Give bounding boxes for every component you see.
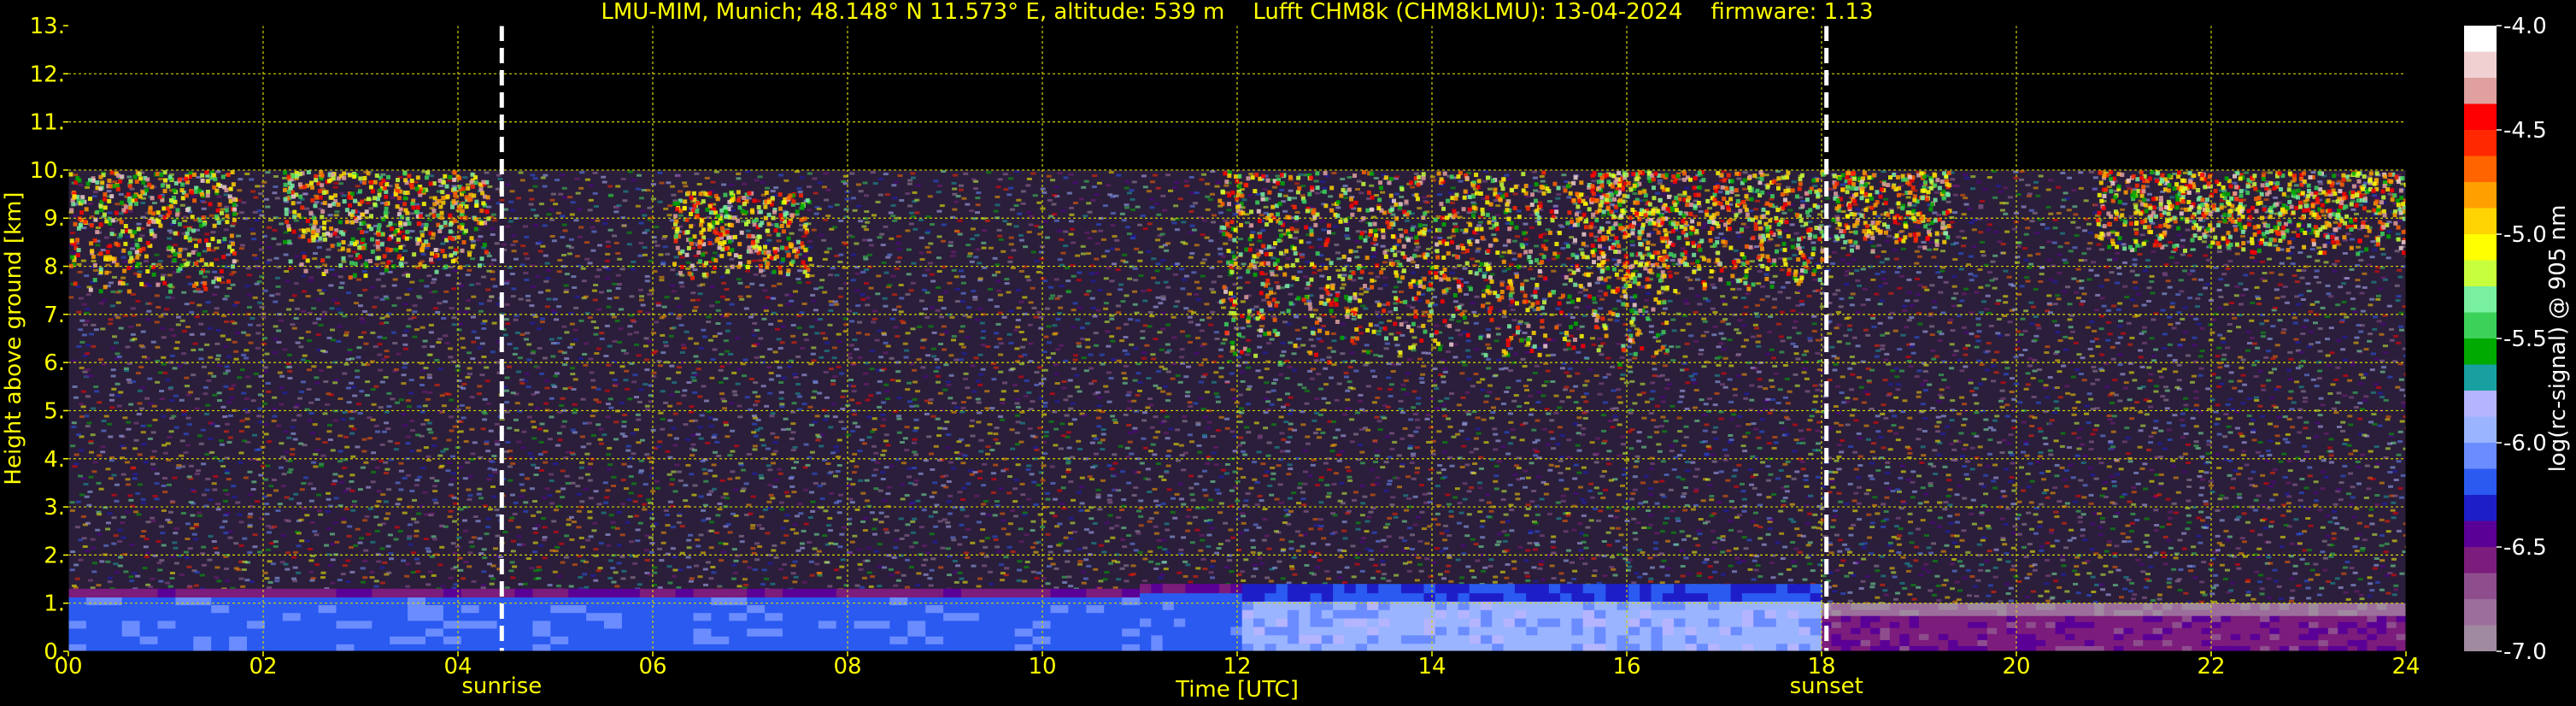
y-tick-label: 12. bbox=[30, 62, 65, 87]
x-axis-label: Time [UTC] bbox=[1175, 677, 1299, 703]
colorbar-tick-label: -5.0 bbox=[2503, 222, 2547, 248]
sunrise-label: sunrise bbox=[461, 674, 542, 699]
y-tick-label: 0. bbox=[44, 639, 65, 665]
y-tick-label: 2. bbox=[44, 543, 65, 568]
x-tick-label: 08 bbox=[833, 654, 861, 680]
y-tick-label: 5. bbox=[44, 398, 65, 424]
y-tick-label: 7. bbox=[44, 303, 65, 328]
y-tick-label: 9. bbox=[44, 206, 65, 232]
y-tick-label: 10. bbox=[30, 158, 65, 184]
backscatter-field bbox=[68, 169, 2406, 651]
colorbar-tick-label: -4.5 bbox=[2503, 118, 2547, 144]
colorbar-tick-label: -7.0 bbox=[2503, 639, 2547, 665]
boundary_layer-8 bbox=[1140, 584, 1822, 651]
colorbar-bar bbox=[2464, 26, 2497, 651]
y-tick-label: 13. bbox=[30, 14, 65, 39]
boundary_layer-9 bbox=[1822, 603, 2406, 651]
colorbar-label: log(rc-signal) @ 905 nm bbox=[2545, 205, 2571, 473]
y-tick-label: 11. bbox=[30, 110, 65, 136]
y-tick-label: 1. bbox=[44, 591, 65, 617]
colorbar-tick-label: -5.5 bbox=[2503, 327, 2547, 352]
x-tick-labels: 00 02 04 06 08 10 12 14 16 18 20 22 24 bbox=[54, 651, 2421, 680]
x-tick-label: 18 bbox=[1807, 654, 1835, 680]
y-tick-label: 3. bbox=[44, 495, 65, 521]
x-tick-label: 06 bbox=[638, 654, 666, 680]
x-tick-label: 22 bbox=[2197, 654, 2225, 680]
x-tick-label: 04 bbox=[443, 654, 472, 680]
ceilometer-chart: sunrise sunset 00 02 04 06 08 10 12 14 16 18 20 22 24… bbox=[1, 0, 2571, 703]
x-tick-label: 16 bbox=[1612, 654, 1640, 680]
colorbar-ticks: -4.0 -4.5 -5.0 -5.5 -6.0 -6.5 -7.0 bbox=[2497, 14, 2547, 665]
chart-title: LMU-MIM, Munich; 48.148° N 11.573° E, al… bbox=[601, 0, 1873, 25]
x-tick-label: 20 bbox=[2002, 654, 2030, 680]
colorbar-tick-label: -4.0 bbox=[2503, 14, 2547, 39]
y-tick-label: 8. bbox=[44, 255, 65, 280]
y-axis-label: Height above ground [km] bbox=[1, 191, 26, 485]
x-tick-label: 02 bbox=[249, 654, 277, 680]
colorbar: -4.0 -4.5 -5.0 -5.5 -6.0 -6.5 -7.0 log(rc-sign… bbox=[2464, 14, 2571, 665]
y-tick-label: 6. bbox=[44, 350, 65, 376]
x-tick-label: 12 bbox=[1223, 654, 1251, 680]
boundary_layer-7 bbox=[68, 588, 1141, 651]
y-tick-labels: 0. 1. 2. 3. 4. 5. 6. 7. 8. 9. 10. 11. 12. 13. bbox=[30, 14, 68, 665]
colorbar-tick-label: -6.0 bbox=[2503, 431, 2547, 456]
x-tick-label: 10 bbox=[1028, 654, 1056, 680]
x-tick-label: 24 bbox=[2391, 654, 2420, 680]
x-tick-label: 14 bbox=[1417, 654, 1446, 680]
colorbar-tick-label: -6.5 bbox=[2503, 535, 2547, 561]
y-tick-label: 4. bbox=[44, 447, 65, 473]
